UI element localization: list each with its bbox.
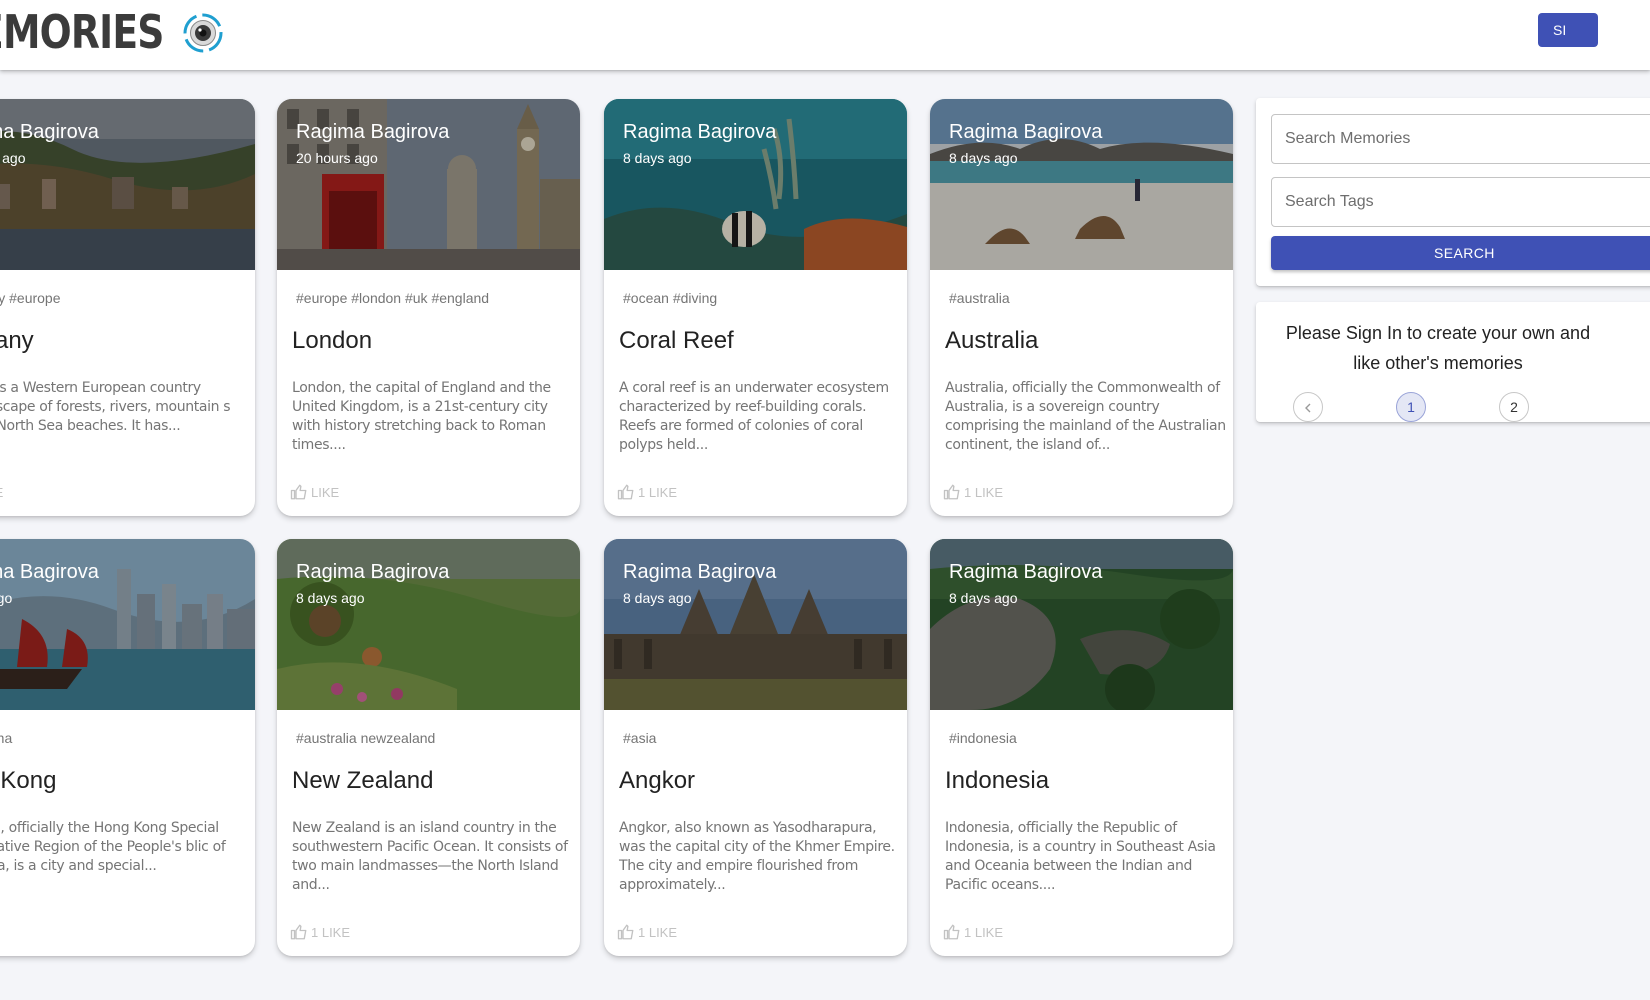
search-panel: SEARCH — [1256, 98, 1650, 286]
app-logo-text[interactable]: EMORIES — [0, 6, 164, 58]
card-description: Angkor, also known as Yasodharapura, was… — [619, 820, 895, 893]
card-time: 8 days ago — [949, 150, 1018, 166]
memory-card[interactable]: Ragima Bagirova 8 days ago #indonesia In… — [930, 539, 1233, 956]
card-author: gima Bagirova — [0, 121, 99, 143]
card-description: London, the capital of England and the U… — [292, 380, 551, 453]
card-description: any is a Western European country landsc… — [0, 380, 231, 434]
card-author: Ragima Bagirova — [296, 121, 450, 143]
card-time: 20 hours ago — [296, 150, 378, 166]
card-time: 8 days ago — [623, 590, 692, 606]
thumb-up-icon — [617, 484, 634, 500]
card-author: Ragima Bagirova — [296, 561, 450, 583]
like-button[interactable]: 1 LIKE — [617, 923, 677, 941]
card-tags: #indonesia — [949, 730, 1017, 746]
card-description: Australia, officially the Commonwealth o… — [945, 380, 1226, 453]
page-button-2[interactable]: 2 — [1499, 392, 1529, 422]
card-tags: #australia newzealand — [296, 730, 436, 746]
like-label: 1 LIKE — [638, 484, 678, 500]
card-tags: many #europe — [0, 290, 61, 306]
card-time: 8 days ago — [949, 590, 1018, 606]
card-tags: #europe #london #uk #england — [296, 290, 490, 306]
like-button[interactable]: 1 LIKE — [290, 923, 350, 941]
sign-in-notice-panel: Please Sign In to create your own and li… — [1256, 302, 1650, 422]
card-author: gima Bagirova — [0, 561, 99, 583]
memory-card[interactable]: Ragima Bagirova 8 days ago #australia ne… — [277, 539, 580, 956]
pagination: 1 2 — [1256, 392, 1650, 422]
page-button-1[interactable]: 1 — [1396, 392, 1426, 422]
memory-card[interactable]: Ragima Bagirova 20 hours ago #europe #lo… — [277, 99, 580, 516]
memory-card[interactable]: Ragima Bagirova 8 days ago #ocean #divin… — [604, 99, 907, 516]
card-title: New Zealand — [292, 767, 434, 794]
search-button[interactable]: SEARCH — [1271, 236, 1650, 270]
thumb-up-icon — [943, 484, 960, 500]
like-label: KE — [0, 485, 3, 500]
card-time: 8 days ago — [296, 590, 365, 606]
like-button[interactable]: 1 LIKE — [943, 483, 1003, 501]
previous-page-button[interactable] — [1293, 392, 1323, 422]
camera-lens-icon — [183, 13, 223, 53]
card-title: rmany — [0, 327, 34, 354]
thumb-up-icon — [943, 924, 960, 940]
like-label: 1 LIKE — [638, 924, 678, 940]
card-title: London — [292, 327, 373, 354]
thumb-up-icon — [290, 924, 307, 940]
card-tags: #asia — [623, 730, 657, 746]
card-time: ys ago — [0, 590, 13, 606]
card-description: Kong, officially the Hong Kong Special n… — [0, 820, 226, 874]
like-button[interactable]: LIKE — [290, 483, 339, 501]
like-label: 1 LIKE — [964, 924, 1004, 940]
app-bar: EMORIES SI — [0, 0, 1650, 70]
memory-card[interactable]: Ragima Bagirova 8 days ago #australia Au… — [930, 99, 1233, 516]
card-title: Indonesia — [945, 767, 1050, 794]
memory-card[interactable]: Ragima Bagirova 8 days ago #asia Angkor … — [604, 539, 907, 956]
chevron-left-icon — [1305, 403, 1311, 413]
card-author: Ragima Bagirova — [949, 121, 1103, 143]
search-tags-input[interactable] — [1271, 177, 1650, 227]
card-author: Ragima Bagirova — [623, 121, 777, 143]
card-description: New Zealand is an island country in the … — [292, 820, 568, 893]
card-title: Coral Reef — [619, 327, 734, 354]
card-description: A coral reef is an underwater ecosystem … — [619, 380, 889, 453]
thumb-up-icon — [617, 924, 634, 940]
card-title: ng Kong — [0, 767, 57, 794]
card-tags: #china — [0, 730, 13, 746]
sign-in-notice: Please Sign In to create your own and li… — [1285, 323, 1591, 373]
card-description: Indonesia, officially the Republic of In… — [945, 820, 1216, 893]
like-button[interactable]: 1 LIKE — [943, 923, 1003, 941]
like-label: 1 LIKE — [311, 924, 351, 940]
card-tags: #ocean #diving — [623, 290, 718, 306]
like-button[interactable]: KE — [0, 483, 3, 501]
card-title: Australia — [945, 327, 1039, 354]
card-time: ours ago — [0, 150, 26, 166]
card-time: 8 days ago — [623, 150, 692, 166]
memory-card[interactable]: gima Bagirova ours ago many #europe rman… — [0, 99, 255, 516]
like-label: LIKE — [311, 484, 340, 500]
card-tags: #australia — [949, 290, 1010, 306]
card-title: Angkor — [619, 767, 696, 794]
thumb-up-icon — [290, 484, 307, 500]
card-author: Ragima Bagirova — [623, 561, 777, 583]
card-author: Ragima Bagirova — [949, 561, 1103, 583]
like-button[interactable]: 1 LIKE — [617, 483, 677, 501]
search-memories-input[interactable] — [1271, 114, 1650, 164]
sign-in-button[interactable]: SI — [1538, 13, 1598, 47]
like-label: 1 LIKE — [964, 484, 1004, 500]
memory-card[interactable]: gima Bagirova ys ago #china ng Kong Kong… — [0, 539, 255, 956]
